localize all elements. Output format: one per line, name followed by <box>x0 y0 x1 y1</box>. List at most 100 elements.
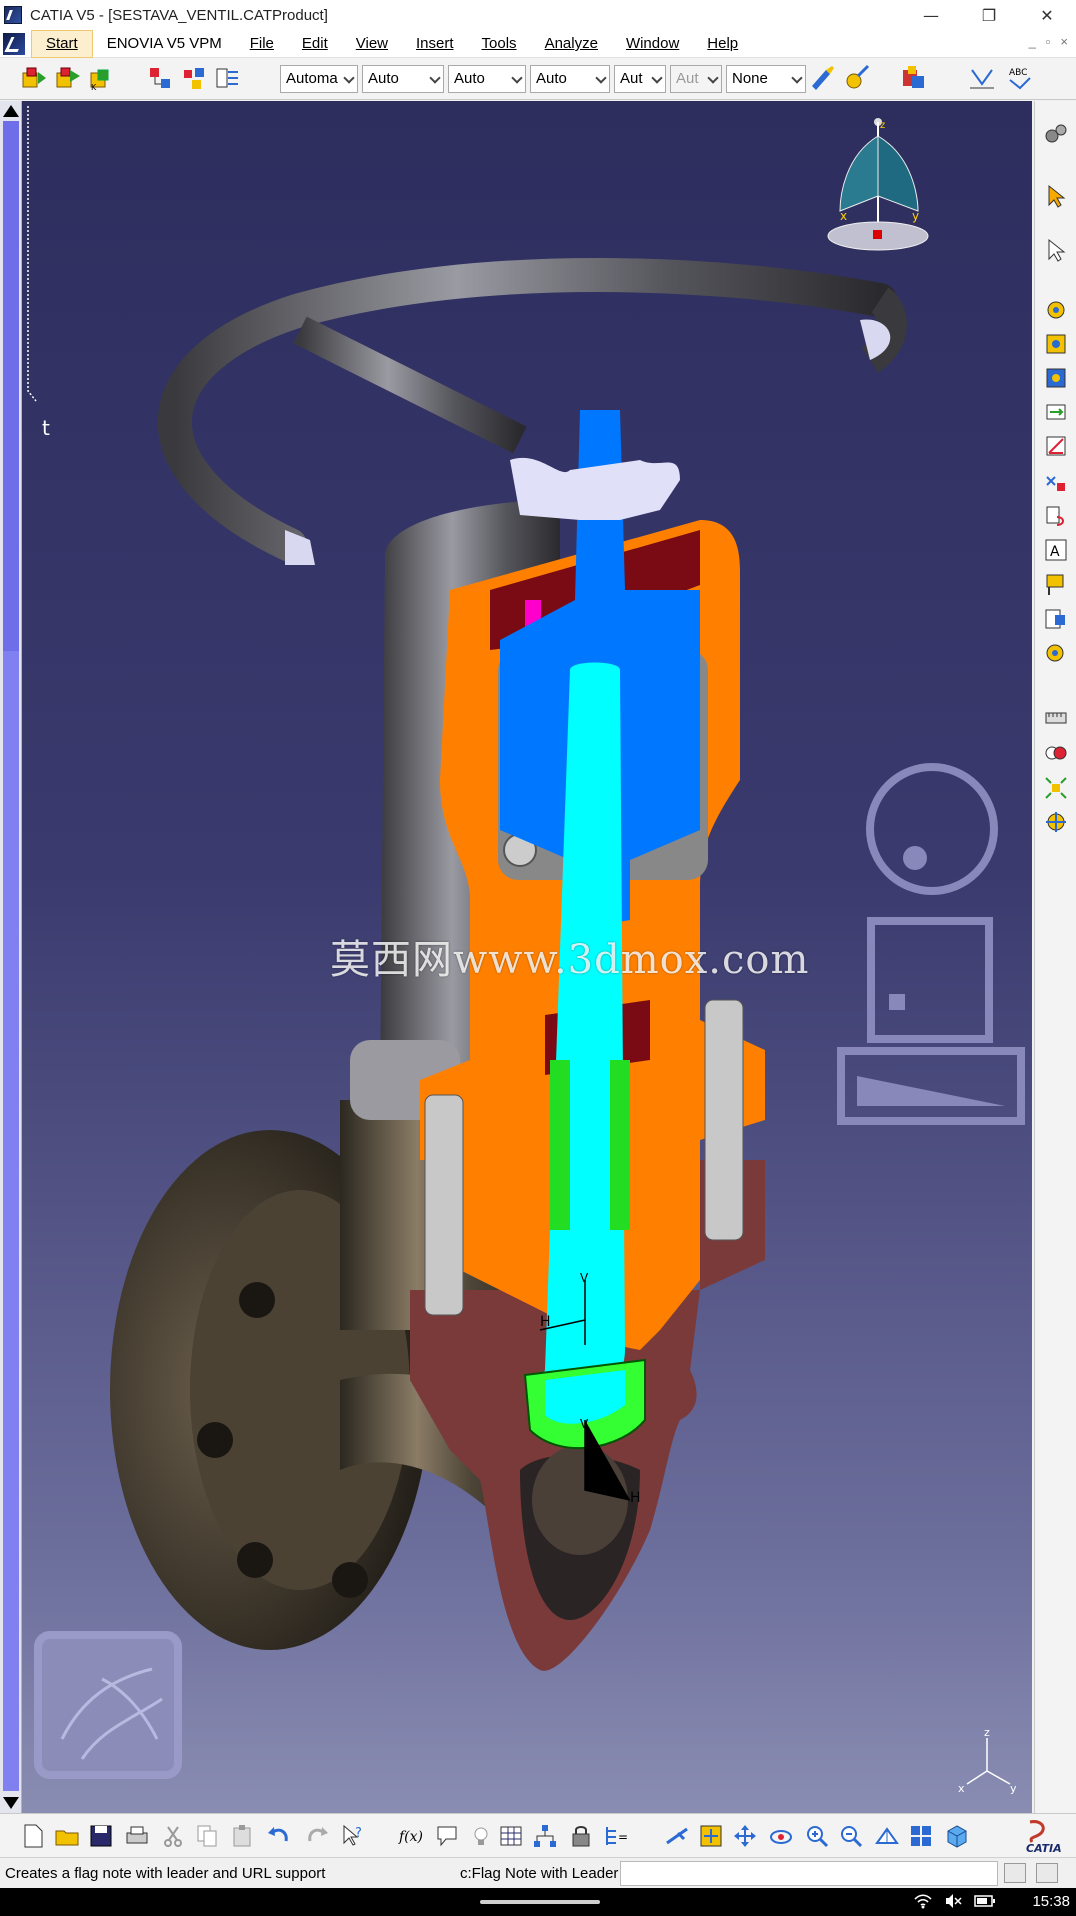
table-icon[interactable] <box>498 1823 524 1849</box>
doc-close-button[interactable]: × <box>1060 34 1068 49</box>
lock-icon[interactable] <box>568 1823 594 1849</box>
menu-view[interactable]: View <box>342 30 402 58</box>
text-properties-icon[interactable]: ABC <box>1006 64 1034 92</box>
painter-icon[interactable] <box>808 64 836 92</box>
select-mode-icon[interactable] <box>1043 237 1069 263</box>
whats-this-icon[interactable]: ? <box>340 1823 366 1849</box>
catalog-browser-icon[interactable] <box>900 64 928 92</box>
scroll-down-arrow[interactable] <box>3 1797 19 1809</box>
contact-constraint-icon[interactable] <box>1043 365 1069 391</box>
line-style-combo[interactable]: Auto <box>448 65 526 93</box>
home-indicator[interactable] <box>480 1900 600 1904</box>
menu-window[interactable]: Window <box>612 30 693 58</box>
fly-mode-icon[interactable] <box>664 1823 690 1849</box>
redo-icon[interactable] <box>304 1823 330 1849</box>
cut-icon[interactable] <box>160 1823 186 1849</box>
explode-icon[interactable] <box>1043 775 1069 801</box>
menu-help[interactable]: Help <box>693 30 752 58</box>
reorder-product-icon[interactable]: K <box>88 64 116 92</box>
rotate-view-button[interactable] <box>842 1051 1022 1121</box>
fix-together-icon[interactable] <box>1043 503 1069 529</box>
command-input[interactable] <box>620 1861 998 1886</box>
select-product-icon[interactable] <box>20 64 48 92</box>
light-icon[interactable] <box>468 1823 494 1849</box>
battery-icon[interactable] <box>974 1893 996 1909</box>
mute-icon[interactable] <box>944 1893 962 1909</box>
zoom-out-icon[interactable] <box>838 1823 864 1849</box>
menu-insert[interactable]: Insert <box>402 30 468 58</box>
specification-tree[interactable]: t <box>22 101 62 441</box>
menu-start[interactable]: Start <box>31 29 93 58</box>
status-button-2[interactable] <box>1036 1863 1058 1883</box>
maximize-button[interactable]: ❐ <box>960 0 1018 30</box>
clash-icon[interactable] <box>1043 739 1069 765</box>
gears-icon[interactable] <box>1043 121 1069 147</box>
layer-combo[interactable]: Aut <box>614 65 666 93</box>
sketch-tile-icon[interactable] <box>34 1631 182 1779</box>
formula-icon[interactable]: f(x) <box>398 1823 428 1849</box>
tree-expand-icon[interactable] <box>532 1823 558 1849</box>
copy-icon[interactable] <box>194 1823 220 1849</box>
update-product-icon[interactable] <box>54 64 82 92</box>
coincidence-constraint-icon[interactable] <box>1043 331 1069 357</box>
filter-combo[interactable]: None <box>726 65 806 93</box>
wifi-icon[interactable] <box>914 1893 932 1909</box>
menu-analyze[interactable]: Analyze <box>531 30 612 58</box>
3d-viewport[interactable]: H H V V t x y z 莫西网www.3dmox.com z x y <box>22 101 1032 1813</box>
iso-view-icon[interactable] <box>944 1823 970 1849</box>
multi-view-icon[interactable] <box>908 1823 934 1849</box>
paste-icon[interactable] <box>230 1823 256 1849</box>
normal-view-icon[interactable] <box>968 64 996 92</box>
doc-minimize-button[interactable]: _ <box>1029 34 1036 49</box>
scroll-up-arrow[interactable] <box>3 105 19 117</box>
triad-z-label: z <box>984 1726 990 1739</box>
scroll-track[interactable] <box>3 651 19 1791</box>
knowledge-icon[interactable] <box>434 1823 460 1849</box>
save-icon[interactable] <box>88 1823 114 1849</box>
fit-all-icon[interactable] <box>698 1823 724 1849</box>
svg-text:K: K <box>91 83 97 92</box>
vertical-scrollbar[interactable] <box>0 101 22 1813</box>
new-file-icon[interactable] <box>20 1823 46 1849</box>
flag-note-icon[interactable] <box>1043 571 1069 597</box>
status-message: Creates a flag note with leader and URL … <box>5 1865 326 1882</box>
undo-icon[interactable] <box>266 1823 292 1849</box>
manipulation-icon[interactable] <box>1043 809 1069 835</box>
text-annotation-icon[interactable]: A <box>1043 537 1069 563</box>
rotate-icon[interactable] <box>768 1823 794 1849</box>
measure-icon[interactable] <box>1043 705 1069 731</box>
menu-tools[interactable]: Tools <box>468 30 531 58</box>
line-weight-combo[interactable]: Auto <box>362 65 444 93</box>
constraint-icon[interactable] <box>1043 297 1069 323</box>
pan-view-button[interactable] <box>872 921 992 1041</box>
normal-view-icon-2[interactable] <box>874 1823 900 1849</box>
status-button-1[interactable] <box>1004 1863 1026 1883</box>
menu-file[interactable]: File <box>236 30 288 58</box>
pan-icon[interactable] <box>732 1823 758 1849</box>
multi-instantiation-icon[interactable] <box>214 64 242 92</box>
minimize-button[interactable]: — <box>902 0 960 30</box>
offset-constraint-icon[interactable] <box>1043 399 1069 425</box>
doc-restore-button[interactable]: ▫ <box>1046 34 1051 49</box>
open-file-icon[interactable] <box>54 1823 80 1849</box>
update-icon[interactable] <box>1043 639 1069 665</box>
zoom-view-button[interactable] <box>872 781 1002 911</box>
zoom-in-icon[interactable] <box>804 1823 830 1849</box>
manage-representations-icon[interactable] <box>180 64 208 92</box>
close-button[interactable]: ✕ <box>1018 0 1076 30</box>
print-icon[interactable] <box>124 1823 150 1849</box>
menu-enovia[interactable]: ENOVIA V5 VPM <box>93 30 236 58</box>
select-arrow-icon[interactable] <box>1043 183 1069 209</box>
relations-icon[interactable]: = <box>604 1823 630 1849</box>
catalog-icon[interactable] <box>1043 605 1069 631</box>
existing-component-icon[interactable] <box>146 64 174 92</box>
point-style-combo[interactable]: Auto <box>530 65 610 93</box>
angle-constraint-icon[interactable] <box>1043 433 1069 459</box>
document-icon[interactable] <box>3 32 25 55</box>
fix-component-icon[interactable] <box>1043 469 1069 495</box>
line-type-combo[interactable]: Automa <box>280 65 358 93</box>
graphic-properties-icon[interactable] <box>844 64 872 92</box>
compass-icon[interactable]: x y z <box>820 116 940 286</box>
menu-edit[interactable]: Edit <box>288 30 342 58</box>
scroll-thumb[interactable] <box>3 121 19 651</box>
